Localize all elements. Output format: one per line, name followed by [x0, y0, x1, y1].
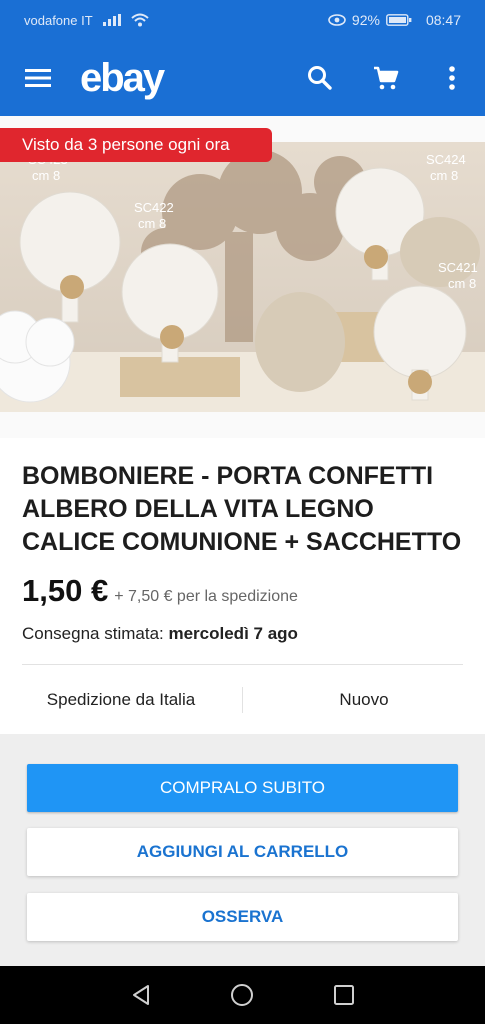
app-bar: ebay: [0, 40, 485, 116]
views-badge: Visto da 3 persone ogni ora: [0, 128, 272, 162]
photo-label-size: cm 8: [448, 276, 476, 291]
menu-button[interactable]: [0, 40, 76, 116]
delivery-label: Consegna stimata:: [22, 624, 164, 643]
watch-button[interactable]: OSSERVA: [27, 893, 458, 941]
purchase-actions: COMPRALO SUBITO AGGIUNGI AL CARRELLO OSS…: [0, 734, 485, 966]
recents-button[interactable]: [324, 975, 364, 1015]
item-condition: Nuovo: [339, 690, 389, 709]
search-icon: [308, 66, 332, 90]
item-price: 1,50 €: [22, 573, 109, 608]
recents-icon: [334, 985, 355, 1005]
eye-comfort-icon: [328, 14, 346, 26]
item-title: BOMBONIERE - PORTA CONFETTI ALBERO DELLA…: [22, 462, 462, 556]
delivery-date: mercoledì 7 ago: [168, 624, 298, 643]
buy-now-button[interactable]: COMPRALO SUBITO: [27, 764, 458, 812]
back-button[interactable]: [121, 975, 161, 1015]
carrier-name: vodafone IT: [24, 12, 93, 28]
system-nav-bar: [0, 966, 485, 1024]
back-icon: [132, 985, 149, 1005]
item-details: BOMBONIERE - PORTA CONFETTI ALBERO DELLA…: [0, 438, 485, 734]
signal-icon: [102, 14, 121, 26]
price-row: 1,50 € + 7,50 € per la spedizione: [22, 573, 298, 609]
product-image-gallery[interactable]: SC423 cm 8 SC422 cm 8 SC424 cm 8 SC421 c…: [0, 116, 485, 438]
home-button[interactable]: [222, 975, 262, 1015]
cart-icon: [374, 66, 399, 90]
home-icon: [231, 984, 254, 1006]
photo-label-code: SC421: [438, 260, 478, 275]
product-photo[interactable]: SC423 cm 8 SC422 cm 8 SC424 cm 8 SC421 c…: [0, 142, 485, 412]
divider: [22, 664, 463, 665]
photo-label-size: cm 8: [430, 168, 458, 183]
photo-label-size: cm 8: [138, 216, 166, 231]
estimated-delivery: Consegna stimata: mercoledì 7 ago: [22, 624, 298, 644]
add-to-cart-button[interactable]: AGGIUNGI AL CARRELLO: [27, 828, 458, 876]
battery-percent: 92%: [351, 12, 380, 28]
battery-icon: [386, 14, 412, 26]
search-button[interactable]: [287, 40, 353, 116]
shipping-cost: + 7,50 € per la spedizione: [114, 588, 298, 605]
ebay-logo[interactable]: ebay: [80, 56, 165, 101]
more-options-button[interactable]: [419, 40, 485, 116]
wifi-icon: [130, 13, 149, 27]
photo-label-code: SC422: [134, 200, 174, 215]
more-vert-icon: [449, 66, 455, 90]
ships-from: Spedizione da Italia: [46, 690, 196, 709]
menu-icon: [25, 69, 51, 87]
photo-label-size: cm 8: [32, 168, 60, 183]
clock: 08:47: [425, 12, 461, 28]
cart-button[interactable]: [353, 40, 419, 116]
status-bar: vodafone IT 92% 08:47: [0, 0, 485, 40]
photo-label-code: SC424: [426, 152, 466, 167]
item-info-row: Spedizione da Italia Nuovo: [0, 682, 485, 718]
